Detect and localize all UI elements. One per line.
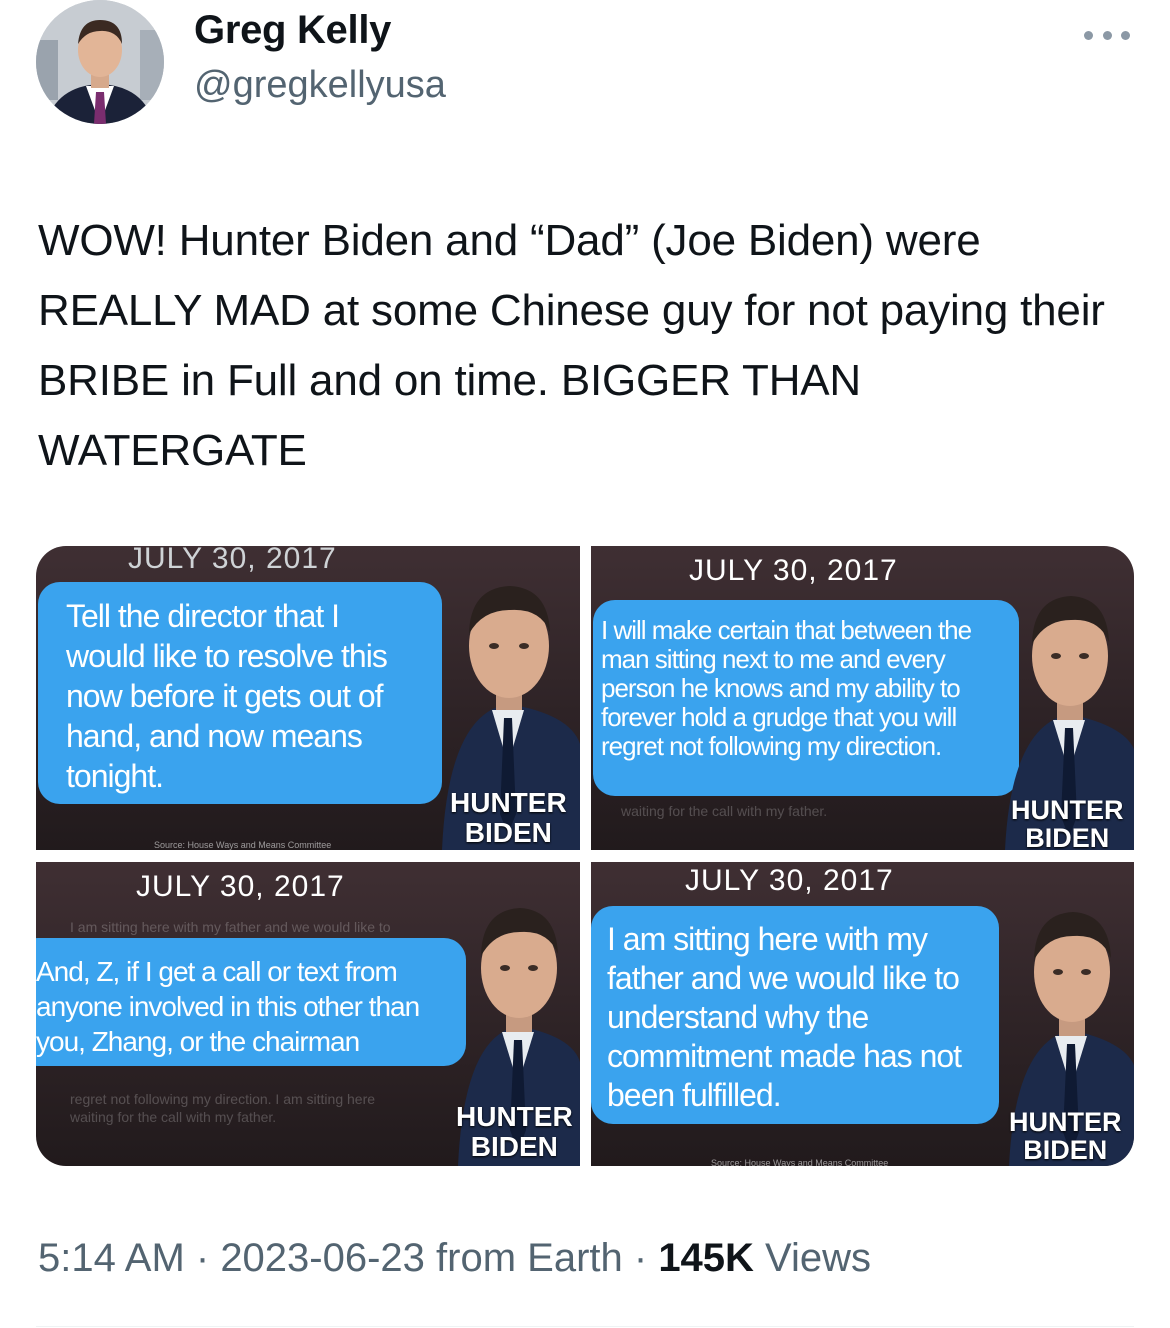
image-date: JULY 30, 2017 xyxy=(136,870,345,903)
tweet-source: from Earth xyxy=(424,1236,623,1280)
author-avatar[interactable] xyxy=(36,0,164,124)
tweet-date[interactable]: 2023-06-23 xyxy=(220,1236,425,1280)
source-caption: Source: House Ways and Means Committee xyxy=(711,1158,889,1166)
views-count[interactable]: 145K xyxy=(658,1236,754,1280)
name-label: HUNTER BIDEN xyxy=(450,787,567,848)
media-image-1[interactable]: JULY 30, 2017 Tell the director that I w… xyxy=(36,546,580,850)
views-label[interactable]: Views xyxy=(754,1236,871,1280)
media-image-3[interactable]: JULY 30, 2017 I am sitting here with my … xyxy=(36,862,580,1166)
image-date: JULY 30, 2017 xyxy=(689,554,898,587)
media-image-4[interactable]: JULY 30, 2017 I am sitting here with my … xyxy=(591,862,1134,1166)
tweet-text: WOW! Hunter Biden and “Dad” (Joe Biden) … xyxy=(38,216,1105,475)
tweet-time[interactable]: 5:14 AM xyxy=(38,1236,185,1280)
ghost-text: I am sitting here with my father and we … xyxy=(70,919,391,935)
ghost-text: regret not following my direction. I am … xyxy=(70,1091,376,1107)
media-grid[interactable]: JULY 30, 2017 Tell the director that I w… xyxy=(36,546,1134,1166)
media-image-2[interactable]: JULY 30, 2017 I will make certain that b… xyxy=(591,546,1134,850)
author-name[interactable]: Greg Kelly xyxy=(194,8,391,53)
name-label: HUNTER BIDEN xyxy=(456,1101,573,1162)
image-date: JULY 30, 2017 xyxy=(128,546,337,575)
ghost-text: waiting for the call with my father. xyxy=(621,803,828,819)
divider xyxy=(36,1326,1134,1327)
message-bubble: I will make certain that between the man… xyxy=(593,600,1019,796)
message-bubble: Tell the director that I would like to r… xyxy=(38,582,442,804)
more-horizontal-icon[interactable] xyxy=(1084,28,1130,42)
ghost-text: waiting for the call with my father. xyxy=(70,1109,277,1125)
source-caption: Source: House Ways and Means Committee xyxy=(154,840,332,850)
image-date: JULY 30, 2017 xyxy=(685,864,894,897)
message-bubble: I am sitting here with my father and we … xyxy=(591,906,999,1124)
name-label: HUNTER BIDEN xyxy=(1011,795,1124,850)
author-handle[interactable]: @gregkellyusa xyxy=(194,64,446,107)
name-label: HUNTER BIDEN xyxy=(1009,1107,1122,1165)
message-bubble: And, Z, if I get a call or text from any… xyxy=(36,938,466,1066)
tweet-meta: 5:14 AM · 2023-06-23 from Earth · 145K V… xyxy=(38,1236,872,1280)
